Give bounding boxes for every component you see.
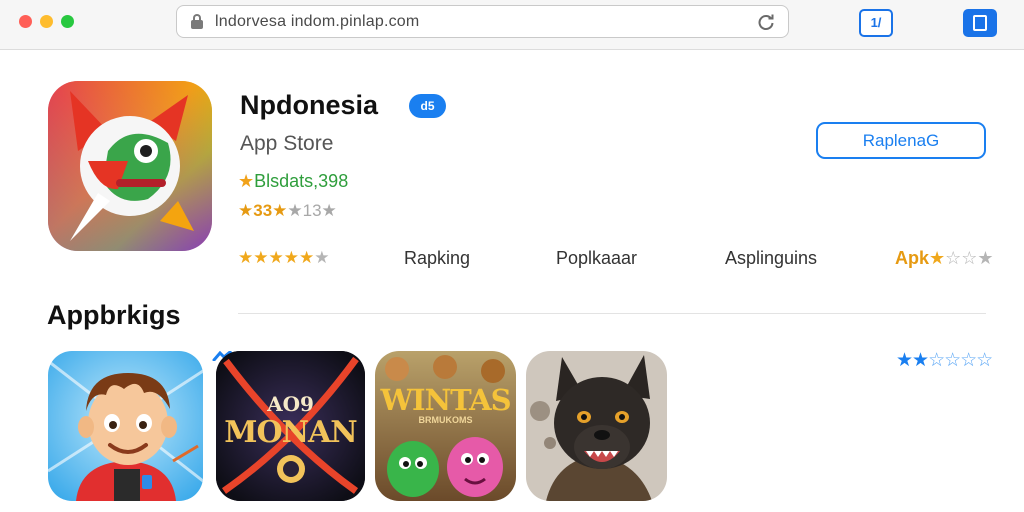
app-badge: d5 <box>409 94 446 118</box>
share-icon <box>973 15 987 31</box>
stat-stars: ★★★★★★ <box>238 248 329 268</box>
app-tile-wolf[interactable] <box>526 351 667 501</box>
browser-toolbar: lndorvesa indom.pinlap.com 1/ <box>0 0 1024 50</box>
section-rating: ★★☆☆☆☆ <box>896 349 993 372</box>
tabs-button[interactable]: 1/ <box>859 9 893 37</box>
section-rating-empty: ☆☆☆☆ <box>928 350 993 371</box>
app-tile-wintas[interactable]: WINTAS BRMUKOMS <box>375 351 516 501</box>
tile-2-line2: MONAN <box>224 415 357 450</box>
stars-empty: ★ <box>314 248 330 267</box>
tabs-icon: 1/ <box>870 15 882 30</box>
stat-age-stars-filled: ★ <box>929 248 946 268</box>
stat-age[interactable]: Apk★☆☆★ <box>895 248 994 269</box>
address-bar[interactable]: lndorvesa indom.pinlap.com <box>176 5 789 38</box>
stat-ranking[interactable]: Rapking <box>404 248 470 269</box>
stat-age-stars-empty: ☆☆★ <box>945 248 994 268</box>
section-title: Appbrkigs <box>47 300 181 330</box>
app-icon <box>48 81 212 251</box>
store-label: App Store <box>240 132 334 155</box>
stat-age-label: Apk <box>895 248 930 268</box>
app-tile-cartoon-boy[interactable] <box>48 351 203 501</box>
url-text: lndorvesa indom.pinlap.com <box>215 13 420 30</box>
reload-icon[interactable] <box>756 12 776 32</box>
tile-2-line1: AO9 <box>267 392 314 416</box>
rating-gold-text: ★33★ <box>238 201 288 220</box>
zoom-window-button[interactable] <box>61 15 74 28</box>
tile-3-line2: BRMUKOMS <box>418 415 473 425</box>
share-button[interactable] <box>963 9 997 37</box>
app-title: Npdonesia <box>240 90 379 120</box>
minimize-window-button[interactable] <box>40 15 53 28</box>
close-window-button[interactable] <box>19 15 32 28</box>
divider <box>238 313 986 314</box>
stat-popular[interactable]: Poplkaaar <box>556 248 637 269</box>
download-count-text: Blsdats,398 <box>254 171 349 191</box>
star-icon: ★ <box>238 171 255 191</box>
tile-3-line1: WINTAS <box>380 383 511 417</box>
stars-filled: ★★★★★ <box>238 248 315 267</box>
rating-summary: ★33★★13★ <box>238 201 337 221</box>
download-count: ★Blsdats,398 <box>238 171 348 192</box>
section-rating-filled: ★★ <box>896 350 929 371</box>
rating-rest-text: ★13★ <box>287 201 337 220</box>
lock-icon <box>191 14 203 29</box>
get-button[interactable]: RaplenaG <box>816 122 986 159</box>
app-tile-monan[interactable]: AO9 MONAN <box>216 351 365 501</box>
stat-languages[interactable]: Asplinguins <box>725 248 817 269</box>
